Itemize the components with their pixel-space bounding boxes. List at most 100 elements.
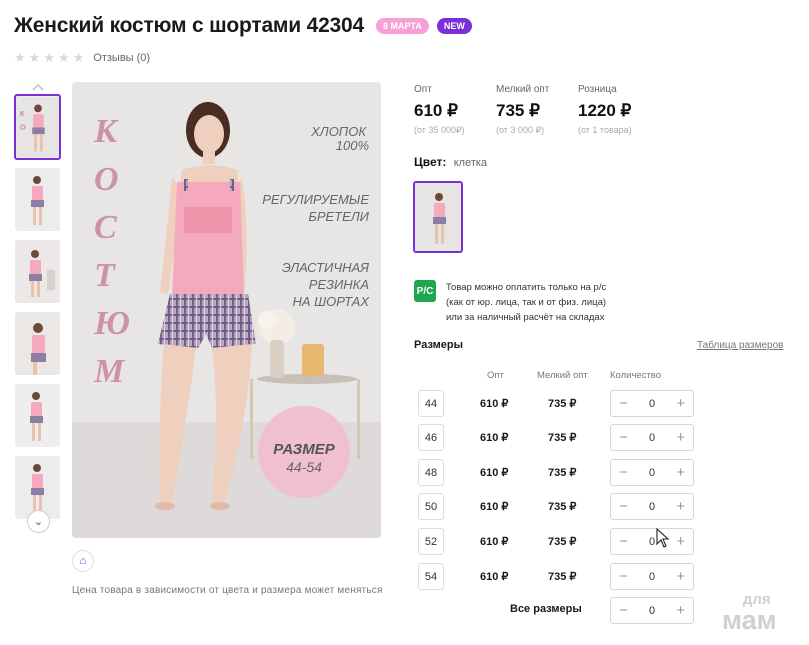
size-label: 50 <box>418 493 444 520</box>
quantity-value[interactable]: 0 <box>649 398 655 410</box>
quantity-value[interactable]: 0 <box>649 467 655 479</box>
feature-text: БРЕТЕЛИ <box>308 209 369 224</box>
feature-text: ЭЛАСТИЧНАЯ <box>282 260 369 275</box>
star-icon: ★ <box>57 50 70 65</box>
quantity-value[interactable]: 0 <box>649 536 655 548</box>
sizes-title: Размеры <box>414 339 464 351</box>
hanger-icon[interactable]: ⌂ <box>72 550 94 572</box>
payment-text: Товар можно оплатить только на р/с (как … <box>446 280 606 325</box>
size-row: 50 610 ₽ 735 ₽ − 0 + <box>418 493 698 520</box>
size-price-opt: 610 ₽ <box>480 536 509 548</box>
plus-icon[interactable]: + <box>676 465 685 480</box>
quantity-stepper: − 0 + <box>610 390 694 417</box>
all-sizes-stepper: − 0 + <box>610 597 694 624</box>
plus-icon[interactable]: + <box>676 430 685 445</box>
quantity-stepper: − 0 + <box>610 493 694 520</box>
size-chart-link[interactable]: Таблица размеров <box>697 340 783 351</box>
column-header-quantity: Количество <box>610 370 662 381</box>
plus-icon[interactable]: + <box>676 499 685 514</box>
size-price-small-opt: 735 ₽ <box>548 432 577 444</box>
feature-text: РЕГУЛИРУЕМЫЕ <box>262 192 369 207</box>
thumbnail-strip: КО ⌄ <box>14 82 62 537</box>
plus-icon[interactable]: + <box>676 569 685 584</box>
size-price-small-opt: 735 ₽ <box>548 536 577 548</box>
quantity-stepper: − 0 + <box>610 424 694 451</box>
price-value: 735 ₽ <box>496 101 540 120</box>
product-title: Женский костюм с шортами 42304 <box>14 14 364 37</box>
thumbnail-3[interactable] <box>15 240 60 303</box>
chevron-up-icon[interactable] <box>28 82 48 92</box>
size-label: 44 <box>418 390 444 417</box>
size-label: 52 <box>418 528 444 555</box>
thumbnail-4[interactable] <box>15 312 60 375</box>
svg-text:К: К <box>20 109 25 118</box>
size-price-opt: 610 ₽ <box>480 467 509 479</box>
price-label: Опт <box>414 84 432 95</box>
minus-icon[interactable]: − <box>619 534 628 549</box>
size-price-opt: 610 ₽ <box>480 432 509 444</box>
rating-row: ★ ★ ★ ★ ★ Отзывы (0) <box>14 51 150 64</box>
price-label: Розница <box>578 84 617 95</box>
all-sizes-label: Все размеры <box>510 603 582 615</box>
payment-line: Товар можно оплатить только на р/с <box>446 282 607 293</box>
minus-icon[interactable]: − <box>619 465 628 480</box>
size-row: 54 610 ₽ 735 ₽ − 0 + <box>418 563 698 590</box>
quantity-value[interactable]: 0 <box>649 605 655 617</box>
chevron-down-icon[interactable]: ⌄ <box>27 510 50 533</box>
payment-info: P/C Товар можно оплатить только на р/с (… <box>414 280 606 325</box>
size-price-small-opt: 735 ₽ <box>548 398 577 410</box>
quantity-value[interactable]: 0 <box>649 432 655 444</box>
size-badge-range: 44-54 <box>286 459 322 475</box>
quantity-stepper: − 0 + <box>610 459 694 486</box>
size-price-small-opt: 735 ₽ <box>548 467 577 479</box>
vertical-title-letter: О <box>94 161 119 198</box>
price-condition: (от 35 000₽) <box>414 125 465 135</box>
minus-icon[interactable]: − <box>619 603 628 618</box>
reviews-link[interactable]: Отзывы (0) <box>93 52 150 64</box>
star-icon: ★ <box>28 50 41 65</box>
feature-text: ХЛОПОК <box>310 124 367 139</box>
thumbnail-2[interactable] <box>15 168 60 231</box>
thumbnail-1[interactable]: КО <box>14 94 61 160</box>
minus-icon[interactable]: − <box>619 430 628 445</box>
plus-icon[interactable]: + <box>676 396 685 411</box>
size-price-small-opt: 735 ₽ <box>548 571 577 583</box>
vertical-title-letter: С <box>94 209 117 246</box>
star-icon: ★ <box>14 50 26 65</box>
title-row: Женский костюм с шортами 42304 8 МАРТА N… <box>14 14 472 38</box>
color-swatch-plaid[interactable] <box>413 181 463 253</box>
main-product-image[interactable]: К О С Т Ю М ХЛОПОК 100% РЕГУЛИРУЕМЫЕ БРЕ… <box>72 82 381 538</box>
price-condition: (от 3 000 ₽) <box>496 125 545 135</box>
price-value: 610 ₽ <box>414 101 458 120</box>
size-price-small-opt: 735 ₽ <box>548 501 577 513</box>
bank-transfer-icon: P/C <box>414 280 436 302</box>
star-icon: ★ <box>72 50 85 65</box>
watermark-logo: для мам <box>722 592 777 634</box>
vertical-title-letter: К <box>93 113 119 150</box>
badge-new: NEW <box>436 18 472 34</box>
quantity-value[interactable]: 0 <box>649 501 655 513</box>
color-value: клетка <box>453 157 488 169</box>
minus-icon[interactable]: − <box>619 569 628 584</box>
payment-line: или за наличный расчёт на складах <box>446 312 605 323</box>
column-header-small-opt: Мелкий опт <box>537 370 588 381</box>
vertical-title-letter: М <box>93 353 126 390</box>
price-condition: (от 1 товара) <box>578 125 632 135</box>
size-row: 44 610 ₽ 735 ₽ − 0 + <box>418 390 698 417</box>
minus-icon[interactable]: − <box>619 499 628 514</box>
quantity-stepper: − 0 + <box>610 528 694 555</box>
price-block: Опт 610 ₽ (от 35 000₽) Мелкий опт 735 ₽ … <box>414 84 660 136</box>
thumbnail-5[interactable] <box>15 384 60 447</box>
column-header-opt: Опт <box>487 370 504 381</box>
vertical-title-letter: Ю <box>93 305 130 342</box>
badge-march: 8 МАРТА <box>376 18 429 34</box>
size-label: 46 <box>418 424 444 451</box>
minus-icon[interactable]: − <box>619 396 628 411</box>
plus-icon[interactable]: + <box>676 603 685 618</box>
quantity-value[interactable]: 0 <box>649 571 655 583</box>
size-price-opt: 610 ₽ <box>480 501 509 513</box>
quantity-stepper: − 0 + <box>610 563 694 590</box>
size-badge-label: РАЗМЕР <box>273 441 335 458</box>
plus-icon[interactable]: + <box>676 534 685 549</box>
size-price-opt: 610 ₽ <box>480 571 509 583</box>
